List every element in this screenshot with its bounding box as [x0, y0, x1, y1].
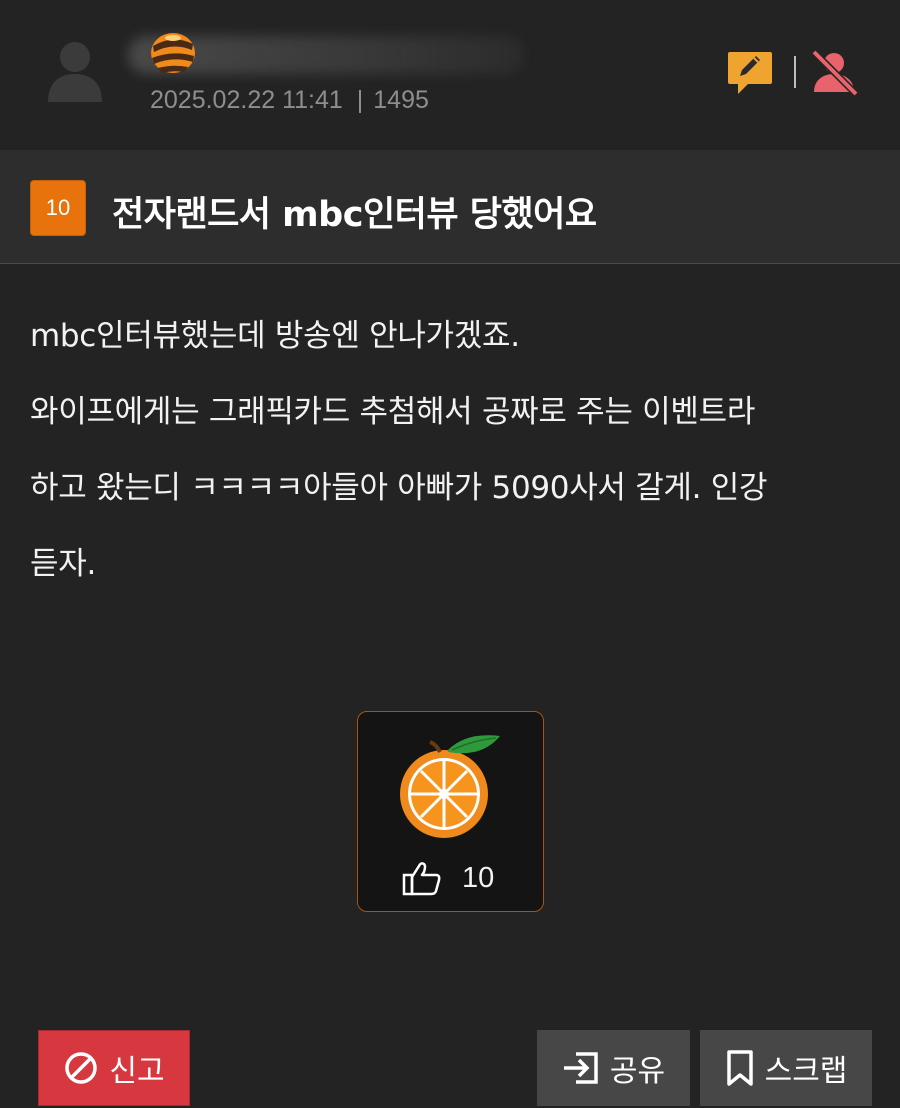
- body-line: 와이프에게는 그래픽카드 추첨해서 공짜로 주는 이벤트라: [30, 394, 756, 430]
- author-level-badge-icon: [151, 33, 195, 73]
- report-button[interactable]: 신고: [38, 1030, 190, 1106]
- recommend-count-row: 10: [402, 860, 494, 896]
- scrap-label: 스크랩: [764, 1054, 848, 1089]
- bookmark-icon: [726, 1050, 753, 1086]
- post-title: 전자랜드서 mbc인터뷰 당했어요: [112, 195, 597, 235]
- body-line: 듣자.: [30, 546, 96, 582]
- header-divider: [794, 56, 796, 88]
- block-user-icon[interactable]: [808, 48, 860, 96]
- orange-icon: [400, 735, 500, 838]
- report-label: 신고: [109, 1054, 165, 1089]
- scrap-button[interactable]: 스크랩: [700, 1030, 872, 1106]
- recommend-count: 10: [462, 861, 495, 894]
- title-bar: 10 전자랜드서 mbc인터뷰 당했어요: [0, 150, 900, 264]
- body-line: mbc인터뷰했는데 방송엔 안나가겠죠.: [30, 318, 520, 354]
- share-button[interactable]: 공유: [537, 1030, 690, 1106]
- post-body: mbc인터뷰했는데 방송엔 안나가겠죠. 와이프에게는 그래픽카드 추첨해서 공…: [30, 298, 880, 602]
- share-label: 공유: [609, 1054, 666, 1089]
- avatar-icon[interactable]: [44, 38, 106, 104]
- recommend-button[interactable]: 10: [357, 711, 544, 912]
- post-date: 2025.02.22 11:41: [150, 86, 343, 114]
- post-meta: 2025.02.22 11:41 | 1495: [150, 86, 429, 115]
- prohibit-icon: [65, 1052, 98, 1084]
- share-enter-icon: [563, 1052, 598, 1084]
- meta-separator: |: [356, 86, 364, 114]
- post-header: 2025.02.22 11:41 | 1495: [0, 0, 900, 150]
- edit-memo-icon[interactable]: [726, 48, 774, 96]
- body-line: 하고 왔는디 ㅋㅋㅋㅋ아들아 아빠가 5090사서 갈게. 인강: [30, 470, 768, 506]
- view-count: 1495: [373, 86, 429, 114]
- thumbs-up-icon: [402, 862, 441, 896]
- post-view: 2025.02.22 11:41 | 1495 10 전자랜드서 mbc인터뷰 당했…: [0, 0, 900, 1108]
- vote-count-badge: 10: [30, 180, 86, 236]
